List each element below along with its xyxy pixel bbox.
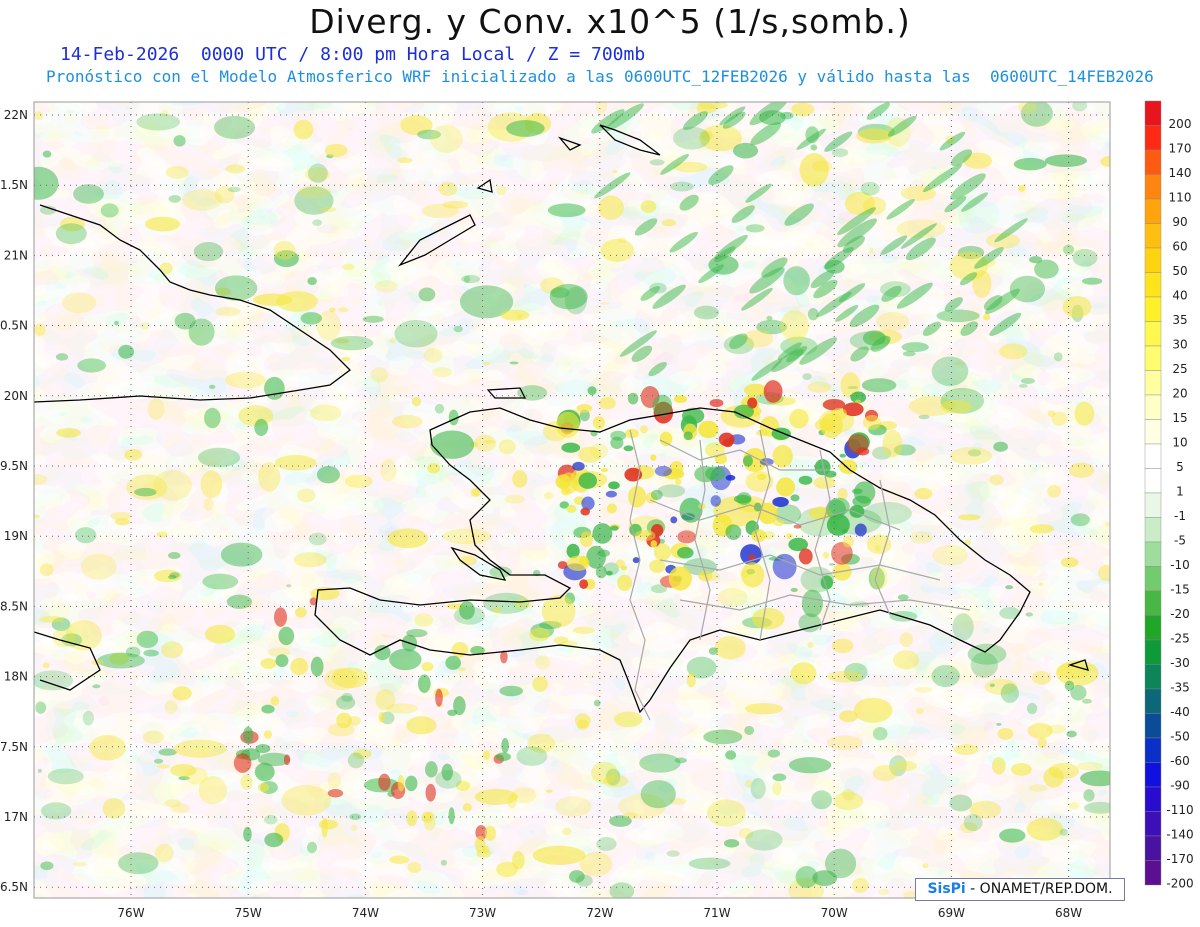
- lat-tick-label: 8.5N: [0, 599, 28, 613]
- colorbar-swatch: [1144, 370, 1162, 396]
- colorbar-label: 20: [1172, 387, 1187, 401]
- credit-text: - ONAMET/REP.DOM.: [970, 881, 1113, 897]
- colorbar-swatch: [1144, 468, 1162, 494]
- colorbar-label: -10: [1170, 558, 1190, 572]
- colorbar-label: 140: [1169, 166, 1192, 180]
- colorbar-label: 5: [1176, 460, 1184, 474]
- colorbar-swatch: [1144, 615, 1162, 641]
- colorbar-swatch: [1144, 443, 1162, 469]
- lon-tick-label: 76W: [117, 906, 144, 920]
- colorbar-label: -50: [1170, 730, 1190, 744]
- colorbar-label: 1: [1176, 485, 1184, 499]
- colorbar-swatch: [1144, 394, 1162, 420]
- lat-tick-label: 18N: [4, 670, 28, 684]
- lon-tick-label: 75W: [235, 906, 262, 920]
- colorbar-label: -15: [1170, 583, 1190, 597]
- colorbar-swatch: [1144, 590, 1162, 616]
- colorbar-swatch: [1144, 198, 1162, 224]
- lon-tick-label: 68W: [1055, 906, 1082, 920]
- colorbar-label: 40: [1172, 289, 1187, 303]
- lat-tick-label: 6.5N: [0, 880, 28, 894]
- colorbar-label: 25: [1172, 362, 1187, 376]
- divergence-field: [34, 102, 1110, 898]
- credit-box: SisPi - ONAMET/REP.DOM.: [915, 878, 1125, 901]
- lon-tick-label: 73W: [469, 906, 496, 920]
- lon-tick-label: 70W: [821, 906, 848, 920]
- colorbar-swatch: [1144, 713, 1162, 739]
- lat-tick-label: 22N: [4, 108, 28, 122]
- colorbar-label: -1: [1174, 509, 1186, 523]
- colorbar-swatch: [1144, 860, 1162, 886]
- colorbar-label: 90: [1172, 215, 1187, 229]
- colorbar-label: -35: [1170, 681, 1190, 695]
- colorbar-label: 60: [1172, 240, 1187, 254]
- colorbar-swatch: [1144, 786, 1162, 812]
- colorbar-swatch: [1144, 664, 1162, 690]
- lon-tick-label: 74W: [352, 906, 379, 920]
- lat-tick-label: 0.5N: [0, 319, 28, 333]
- colorbar-swatch: [1144, 419, 1162, 445]
- lat-tick-label: 7.5N: [0, 740, 28, 754]
- colorbar-label: -200: [1166, 877, 1193, 891]
- colorbar-label: -5: [1174, 534, 1186, 548]
- colorbar: 200 170 140 110 90 60 50 40 35 30 25 20 15 10 5 1 -1 -5 -1…: [1144, 100, 1194, 891]
- colorbar-label: 170: [1169, 142, 1192, 156]
- colorbar-swatch: [1144, 174, 1162, 200]
- divergence-map: 200 170 140 110 90 60 50 40 35 30 25 20 15 10 5 1 -1 -5 -1…: [0, 100, 1194, 920]
- colorbar-swatch: [1144, 639, 1162, 665]
- lat-tick-label: 1.5N: [0, 178, 28, 192]
- colorbar-label: -140: [1166, 828, 1193, 842]
- model-run-subtitle: Pronóstico con el Modelo Atmosferico WRF…: [46, 67, 1154, 86]
- colorbar-swatch: [1144, 125, 1162, 151]
- colorbar-swatch: [1144, 737, 1162, 763]
- colorbar-swatch: [1144, 492, 1162, 518]
- colorbar-swatch: [1144, 566, 1162, 592]
- colorbar-swatch: [1144, 247, 1162, 273]
- colorbar-swatch: [1144, 811, 1162, 837]
- colorbar-swatch: [1144, 296, 1162, 322]
- colorbar-swatch: [1144, 100, 1162, 126]
- colorbar-swatch: [1144, 321, 1162, 347]
- lat-tick-label: 19N: [4, 529, 28, 543]
- colorbar-label: -110: [1166, 803, 1193, 817]
- colorbar-label: 50: [1172, 264, 1187, 278]
- colorbar-label: -170: [1166, 852, 1193, 866]
- colorbar-swatch: [1144, 345, 1162, 371]
- lon-tick-label: 69W: [938, 906, 965, 920]
- colorbar-label: 10: [1172, 436, 1187, 450]
- colorbar-swatch: [1144, 762, 1162, 788]
- lat-tick-label: 9.5N: [0, 459, 28, 473]
- colorbar-swatch: [1144, 223, 1162, 249]
- colorbar-label: -30: [1170, 656, 1190, 670]
- colorbar-label: -90: [1170, 779, 1190, 793]
- colorbar-swatch: [1144, 688, 1162, 714]
- colorbar-swatch: [1144, 149, 1162, 175]
- colorbar-label: 15: [1172, 411, 1187, 425]
- colorbar-label: -25: [1170, 632, 1190, 646]
- lon-tick-label: 71W: [703, 906, 730, 920]
- colorbar-swatch: [1144, 541, 1162, 567]
- lat-tick-label: 21N: [4, 248, 28, 262]
- colorbar-label: 110: [1169, 191, 1192, 205]
- lon-tick-label: 72W: [586, 906, 613, 920]
- valid-time-subtitle: 14-Feb-2026 0000 UTC / 8:00 pm Hora Loca…: [60, 44, 646, 65]
- colorbar-label: -40: [1170, 705, 1190, 719]
- colorbar-swatch: [1144, 517, 1162, 543]
- lat-tick-label: 17N: [4, 810, 28, 824]
- map-title: Diverg. y Conv. x10^5 (1/s,somb.): [309, 2, 911, 41]
- colorbar-label: -60: [1170, 754, 1190, 768]
- colorbar-label: 35: [1172, 313, 1187, 327]
- sispi-logo: SisPi: [927, 881, 966, 897]
- colorbar-swatch: [1144, 835, 1162, 861]
- colorbar-label: -20: [1170, 607, 1190, 621]
- colorbar-label: 30: [1172, 338, 1187, 352]
- lat-tick-label: 20N: [4, 389, 28, 403]
- colorbar-label: 200: [1169, 117, 1192, 131]
- colorbar-swatch: [1144, 272, 1162, 298]
